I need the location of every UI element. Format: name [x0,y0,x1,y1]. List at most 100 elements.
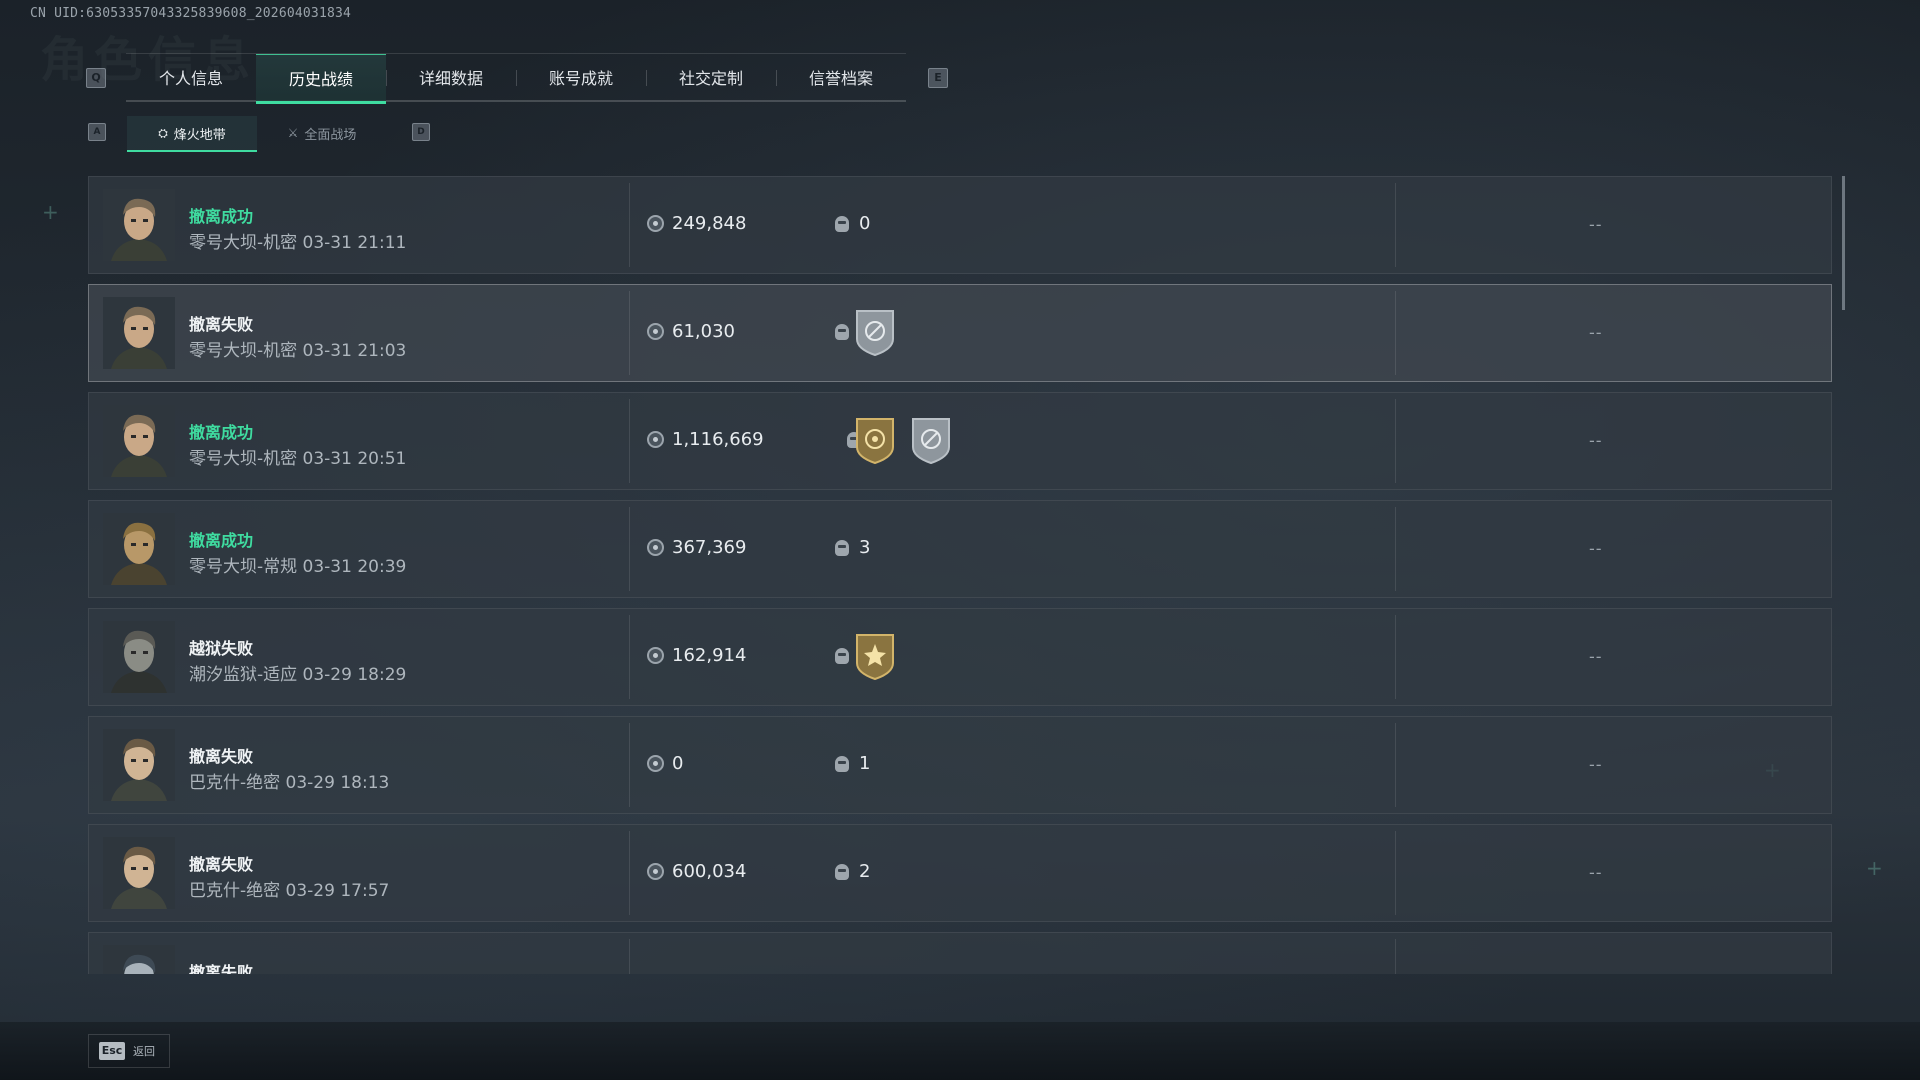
record-status: 撤离成功 [189,423,254,442]
back-label: 返回 [133,1045,155,1058]
divider [629,183,630,267]
skull-icon [835,323,849,340]
coin-icon [647,323,664,340]
tab-credit-record[interactable]: 信誉档案 [776,54,906,100]
record-status: 撤离失败 [189,315,254,334]
record-kills: 2 [835,861,870,882]
coin-icon [647,647,664,664]
record-kills: 0 [835,213,870,234]
record-extra: -- [1589,539,1603,558]
tab-match-history[interactable]: 历史战绩 [256,54,386,104]
record-row[interactable]: 越狱失败潮汐监狱-适应 03-29 18:29162,9144-- [88,608,1832,706]
record-status: 撤离失败 [189,963,254,974]
record-value: 600,034 [647,861,746,882]
record-value: 1,116,669 [647,429,764,450]
subtab-full-battlefield[interactable]: ⚔ 全面战场 [257,116,387,150]
record-map-time: 潮汐监狱-适应 03-29 18:29 [189,665,407,685]
key-hint-e: E [928,68,948,88]
main-tab-bar: 个人信息 历史战绩 详细数据 账号成就 社交定制 信誉档案 [126,53,906,104]
record-value: 249,848 [647,213,746,234]
operator-avatar [103,405,175,477]
record-row[interactable]: 撤离失败巴克什-绝密 03-29 18:13 0 1 -- [88,716,1832,814]
coin-icon [647,755,664,772]
record-status: 越狱失败 [189,639,254,658]
divider [629,507,630,591]
zone-icon: ⛭ [158,125,168,140]
record-extra: -- [1589,431,1603,450]
skull-icon [835,539,849,556]
record-extra: -- [1589,215,1603,234]
back-button[interactable]: Esc 返回 [88,1034,170,1068]
tab-detailed-data[interactable]: 详细数据 [386,54,516,100]
record-map-time: 零号大坝-机密 03-31 21:11 [189,233,407,253]
esc-key-icon: Esc [99,1042,125,1060]
divider [1395,183,1396,267]
bottom-bar [0,1022,1920,1080]
record-map-time: 巴克什-绝密 03-29 17:57 [189,881,390,901]
coin-icon [647,215,664,232]
record-row[interactable]: 撤离失败零号大坝-机密 03-31 21:0361,0305-- [88,284,1832,382]
operator-avatar [103,189,175,261]
sub-tab-bar: ⛭ 烽火地带 ⚔ 全面战场 [127,116,387,152]
record-value: 0 [647,753,683,774]
subtab-beacon-zone[interactable]: ⛭ 烽火地带 [127,116,257,152]
record-map-time: 零号大坝-机密 03-31 20:51 [189,449,407,469]
record-value: 367,369 [647,537,746,558]
record-map-time: 巴克什-绝密 03-29 18:13 [189,773,390,793]
operator-avatar [103,513,175,585]
record-badges [853,415,953,469]
coin-icon [647,539,664,556]
uid-label: CN UID:63053357043325839608_202604031834 [30,6,352,21]
record-value: 61,030 [647,321,735,342]
record-extra: -- [1589,647,1603,666]
divider [1395,615,1396,699]
record-badges [853,631,897,685]
record-extra: -- [1589,863,1603,882]
record-kills: 3 [835,537,870,558]
divider [629,399,630,483]
record-extra: -- [1589,323,1603,342]
record-row[interactable]: 撤离失败 [88,932,1832,974]
tab-social-custom[interactable]: 社交定制 [646,54,776,100]
skull-icon [835,215,849,232]
record-row[interactable]: 撤离成功 零号大坝-常规 03-31 20:39 367,369 3 -- [88,500,1832,598]
divider [629,831,630,915]
gold-star-badge-icon [853,631,897,685]
record-status: 撤离失败 [189,747,254,766]
operator-avatar [103,837,175,909]
battlefield-icon: ⚔ [287,126,299,140]
skull-icon [835,755,849,772]
operator-avatar [103,729,175,801]
scrollbar[interactable] [1842,176,1845,310]
divider [629,939,630,974]
divider [1395,507,1396,591]
record-value: 162,914 [647,645,746,666]
record-map-time: 零号大坝-机密 03-31 21:03 [189,341,407,361]
decoration-plus-icon: + [1866,856,1883,880]
divider [629,723,630,807]
record-badges [853,307,897,361]
record-map-time: 零号大坝-常规 03-31 20:39 [189,557,407,577]
divider [1395,939,1396,974]
divider [1395,723,1396,807]
tab-personal-info[interactable]: 个人信息 [126,54,256,100]
operator-avatar [103,297,175,369]
match-history-list: 撤离成功 零号大坝-机密 03-31 21:11 249,848 0 -- 撤离失败 零号大… [88,176,1832,974]
record-status: 撤离成功 [189,207,254,226]
tab-achievements[interactable]: 账号成就 [516,54,646,100]
operator-avatar [103,621,175,693]
key-hint-a: A [88,123,106,141]
record-kills: 1 [835,753,870,774]
coin-icon [647,431,664,448]
operator-avatar [103,945,175,974]
key-hint-d: D [412,123,430,141]
record-row[interactable]: 撤离成功零号大坝-机密 03-31 20:511,116,6696-- [88,392,1832,490]
divider [1395,399,1396,483]
record-row[interactable]: 撤离成功零号大坝-机密 03-31 21:11 249,848 0 -- [88,176,1832,274]
divider [629,291,630,375]
record-row[interactable]: 撤离失败 巴克什-绝密 03-29 17:57 600,034 2 -- [88,824,1832,922]
coin-icon [647,863,664,880]
record-extra: -- [1589,755,1603,774]
divider [1395,291,1396,375]
decoration-plus-icon: + [42,200,59,224]
